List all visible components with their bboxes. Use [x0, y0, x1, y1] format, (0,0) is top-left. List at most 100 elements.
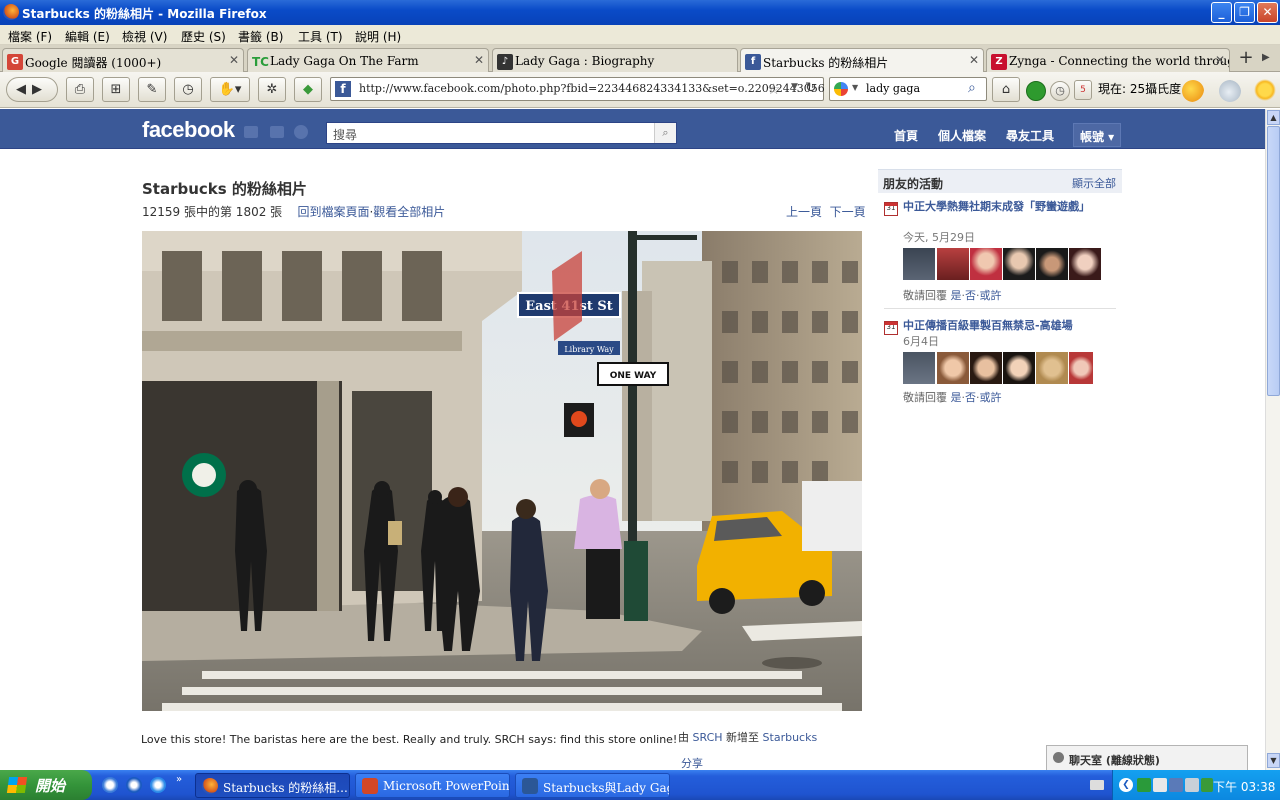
quicklaunch-ie-icon[interactable]	[150, 777, 166, 793]
google-engine-icon[interactable]	[834, 82, 848, 96]
nav-account[interactable]: 帳號 ▾	[1073, 123, 1122, 147]
tray-app-icon[interactable]	[1137, 778, 1151, 792]
avatar[interactable]	[1003, 248, 1035, 280]
rsvp-yes-link[interactable]: 是	[951, 391, 962, 404]
search-icon[interactable]: ⌕	[654, 123, 676, 143]
avatar[interactable]	[937, 248, 969, 280]
menu-edit[interactable]: 編輯 (E)	[65, 28, 110, 45]
tab-starbucks-photos[interactable]: f Starbucks 的粉絲相片 ✕	[740, 48, 984, 73]
nav-home[interactable]: 首頁	[894, 127, 918, 144]
home-icon[interactable]: ⌂	[992, 77, 1020, 102]
chat-bar[interactable]: 聊天室 (離線狀態)	[1046, 745, 1248, 770]
maximize-button[interactable]: ❐	[1234, 2, 1255, 23]
event-title-link[interactable]: 中正大學熱舞社期末成發「野蠻遊戲」	[903, 200, 1113, 214]
close-tab-icon[interactable]: ✕	[229, 53, 239, 67]
rsvp-yes-link[interactable]: 是	[951, 289, 962, 302]
avatar[interactable]	[1036, 352, 1068, 384]
menu-help[interactable]: 說明 (H)	[355, 28, 401, 45]
avatar[interactable]	[970, 248, 1002, 280]
share-link[interactable]: 分享	[681, 755, 703, 771]
start-button[interactable]: 開始	[0, 770, 92, 800]
added-by-user-link[interactable]: SRCH	[693, 731, 723, 744]
new-tab-button[interactable]: +	[1234, 48, 1258, 70]
notifications-icon[interactable]	[294, 125, 308, 139]
added-to-page-link[interactable]: Starbucks	[763, 731, 818, 744]
rsvp-maybe-link[interactable]: 或許	[980, 289, 1002, 302]
rsvp-no-link[interactable]: 否	[965, 391, 976, 404]
status-green-icon[interactable]	[1026, 81, 1046, 101]
tab-scroll-right-icon[interactable]: ▶	[1262, 52, 1270, 63]
close-tab-icon[interactable]: ✕	[1215, 53, 1225, 67]
photo-image[interactable]: East 41st St Library Way ONE WAY	[142, 231, 862, 711]
avatar[interactable]	[903, 248, 935, 280]
event-title-link[interactable]: 中正傳播百級畢製百無禁忌-高雄場	[903, 319, 1113, 333]
avatar[interactable]	[903, 352, 935, 384]
quicklaunch-desktop-icon[interactable]	[102, 777, 118, 793]
avatar[interactable]	[1036, 248, 1068, 280]
messages-icon[interactable]	[270, 126, 284, 138]
system-clock[interactable]: 下午 03:38	[1213, 778, 1275, 795]
show-all-link[interactable]: 顯示全部	[1072, 175, 1116, 191]
next-photo-link[interactable]: 下一頁	[830, 205, 866, 219]
vertical-scrollbar[interactable]: ▲ ▼	[1265, 109, 1280, 770]
history-icon[interactable]: ◷	[174, 77, 202, 102]
friend-requests-icon[interactable]	[244, 126, 258, 138]
tab-zynga[interactable]: Z Zynga - Connecting the world through g…	[986, 48, 1230, 72]
rsvp-maybe-link[interactable]: 或許	[980, 391, 1002, 404]
menu-tools[interactable]: 工具 (T)	[298, 28, 343, 45]
scroll-thumb[interactable]	[1267, 126, 1280, 396]
bookmark-star-icon[interactable]: ☆	[767, 80, 780, 98]
tray-expand-icon[interactable]: ❮	[1119, 778, 1133, 792]
url-dropdown-icon[interactable]: ▼	[791, 82, 798, 92]
task-word[interactable]: Starbucks與Lady Gag...	[515, 773, 670, 798]
back-forward-button[interactable]: ◀▶	[6, 77, 58, 102]
new-window-icon[interactable]: ⊞	[102, 77, 130, 102]
evernote-icon[interactable]: ✎	[138, 77, 166, 102]
search-query[interactable]: lady gaga	[866, 82, 920, 95]
view-all-photos-link[interactable]: 觀看全部相片	[373, 205, 445, 219]
nav-profile[interactable]: 個人檔案	[938, 127, 986, 144]
menu-history[interactable]: 歷史 (S)	[181, 28, 226, 45]
tab-google-reader[interactable]: G Google 閱讀器 (1000+) ✕	[2, 48, 244, 72]
quicklaunch-expand-icon[interactable]: »	[176, 774, 182, 785]
previous-photo-link[interactable]: 上一頁	[786, 205, 822, 219]
puzzle-icon[interactable]: ✲	[258, 77, 286, 102]
avatar[interactable]	[1003, 352, 1035, 384]
print-icon[interactable]: ⎙	[66, 77, 94, 102]
url-bar[interactable]: f http://www.facebook.com/photo.php?fbid…	[330, 77, 825, 101]
close-tab-icon[interactable]: ✕	[474, 53, 484, 67]
minimize-button[interactable]: _	[1211, 2, 1232, 23]
avatar[interactable]	[937, 352, 969, 384]
menu-file[interactable]: 檔案 (F)	[8, 28, 52, 45]
task-firefox[interactable]: Starbucks 的粉絲相...	[195, 773, 350, 798]
tab-lady-gaga-biography[interactable]: ♪ Lady Gaga : Biography	[492, 48, 738, 72]
lan-icon[interactable]	[1201, 778, 1213, 792]
facebook-logo[interactable]: facebook	[142, 117, 235, 143]
engine-dropdown-icon[interactable]: ▼	[852, 83, 858, 92]
close-window-button[interactable]: ✕	[1257, 2, 1278, 23]
search-bar[interactable]: ▼ lady gaga ⌕	[829, 77, 987, 101]
weather-widget[interactable]: 現在: 25攝氏度	[1098, 80, 1181, 97]
avatar[interactable]	[1069, 352, 1093, 384]
reload-icon[interactable]: ↻	[805, 80, 817, 96]
task-powerpoint[interactable]: Microsoft PowerPoint ...	[355, 773, 510, 798]
nav-find-friends[interactable]: 尋友工具	[1006, 127, 1054, 144]
volume-icon[interactable]	[1153, 778, 1167, 792]
scroll-up-icon[interactable]: ▲	[1267, 110, 1280, 125]
download-icon[interactable]: ◆	[294, 77, 322, 102]
display-icon[interactable]	[1185, 778, 1199, 792]
url-text[interactable]: http://www.facebook.com/photo.php?fbid=2…	[359, 82, 825, 95]
rsvp-no-link[interactable]: 否	[965, 289, 976, 302]
network-icon[interactable]	[1169, 778, 1183, 792]
close-tab-icon[interactable]: ✕	[969, 53, 979, 67]
tab-lady-gaga-farm[interactable]: TC Lady Gaga On The Farm ✕	[247, 48, 489, 72]
avatar[interactable]	[970, 352, 1002, 384]
facebook-search-input[interactable]: 搜尋 ⌕	[326, 122, 677, 144]
quicklaunch-media-icon[interactable]	[126, 777, 142, 793]
search-icon[interactable]: ⌕	[968, 80, 976, 96]
menu-view[interactable]: 檢視 (V)	[122, 28, 167, 45]
menu-bookmarks[interactable]: 書籤 (B)	[238, 28, 283, 45]
clock-icon[interactable]: ◷	[1050, 81, 1070, 101]
addon-dropdown-icon[interactable]: ✋▾	[210, 77, 250, 102]
scroll-down-icon[interactable]: ▼	[1267, 753, 1280, 768]
